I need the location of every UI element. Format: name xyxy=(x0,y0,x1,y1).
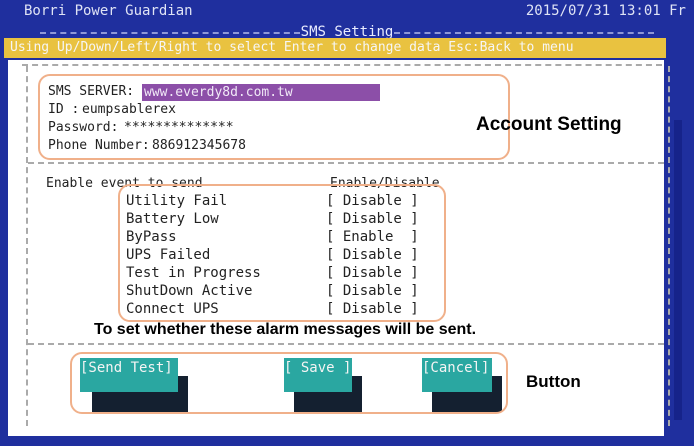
scrollbar-thumb[interactable] xyxy=(674,120,682,420)
help-bar: Using Up/Down/Left/Right to select Enter… xyxy=(4,38,666,58)
alarm-note-annotation: To set whether these alarm messages will… xyxy=(94,321,477,338)
top-bar: Borri Power Guardian 2015/07/31 13:01 Fr xyxy=(0,0,694,22)
app-title: Borri Power Guardian xyxy=(24,3,193,19)
events-highlight xyxy=(118,184,446,322)
section-divider xyxy=(28,162,664,164)
datetime: 2015/07/31 13:01 Fr xyxy=(525,3,686,19)
button-divider xyxy=(28,343,664,345)
button-annotation: Button xyxy=(526,372,581,391)
account-setting-highlight xyxy=(38,74,510,160)
account-setting-annotation: Account Setting xyxy=(476,114,622,135)
buttons-highlight xyxy=(70,352,508,414)
terminal-screen: Borri Power Guardian 2015/07/31 13:01 Fr… xyxy=(0,0,694,446)
